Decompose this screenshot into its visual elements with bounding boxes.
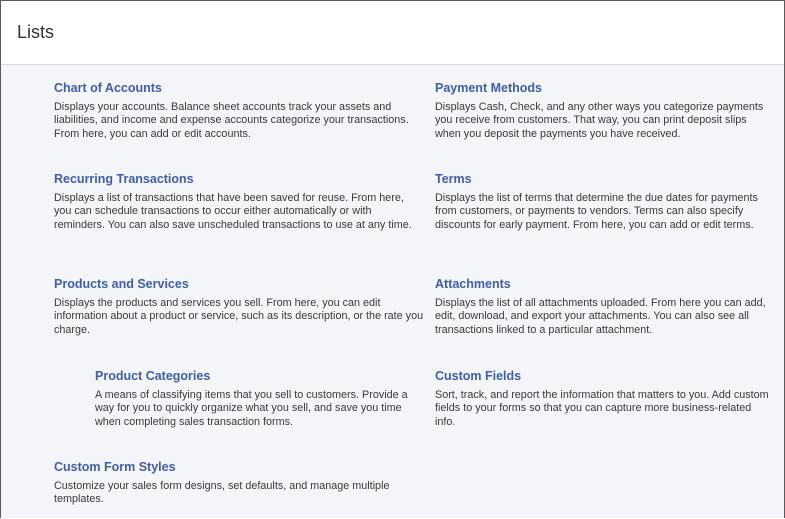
product-categories-link[interactable]: Product Categories (95, 368, 425, 384)
list-item-attachments: Attachments Displays the list of all att… (435, 276, 773, 337)
payment-methods-description: Displays Cash, Check, and any other ways… (435, 101, 764, 140)
list-item-chart-of-accounts: Chart of Accounts Displays your accounts… (54, 80, 424, 141)
custom-form-styles-link[interactable]: Custom Form Styles (54, 459, 424, 475)
list-item-product-categories: Product Categories A means of classifyin… (95, 368, 425, 429)
custom-fields-description: Sort, track, and report the information … (435, 389, 769, 428)
list-item-custom-form-styles: Custom Form Styles Customize your sales … (54, 459, 424, 507)
recurring-transactions-description: Displays a list of transactions that hav… (54, 192, 412, 231)
payment-methods-link[interactable]: Payment Methods (435, 80, 773, 96)
attachments-description: Displays the list of all attachments upl… (435, 297, 766, 336)
page-header: Lists (1, 1, 784, 65)
lists-content: Chart of Accounts Displays your accounts… (1, 65, 784, 518)
list-item-recurring-transactions: Recurring Transactions Displays a list o… (54, 171, 424, 232)
product-categories-description: A means of classifying items that you se… (95, 389, 408, 428)
custom-fields-link[interactable]: Custom Fields (435, 368, 773, 384)
list-item-payment-methods: Payment Methods Displays Cash, Check, an… (435, 80, 773, 141)
list-item-products-and-services: Products and Services Displays the produ… (54, 276, 424, 337)
recurring-transactions-link[interactable]: Recurring Transactions (54, 171, 424, 187)
list-item-custom-fields: Custom Fields Sort, track, and report th… (435, 368, 773, 429)
list-item-terms: Terms Displays the list of terms that de… (435, 171, 773, 232)
attachments-link[interactable]: Attachments (435, 276, 773, 292)
chart-of-accounts-description: Displays your accounts. Balance sheet ac… (54, 101, 409, 140)
terms-description: Displays the list of terms that determin… (435, 192, 758, 231)
terms-link[interactable]: Terms (435, 171, 773, 187)
products-and-services-description: Displays the products and services you s… (54, 297, 424, 336)
page-title: Lists (17, 22, 55, 42)
custom-form-styles-description: Customize your sales form designs, set d… (54, 480, 390, 506)
chart-of-accounts-link[interactable]: Chart of Accounts (54, 80, 424, 96)
products-and-services-link[interactable]: Products and Services (54, 276, 424, 292)
